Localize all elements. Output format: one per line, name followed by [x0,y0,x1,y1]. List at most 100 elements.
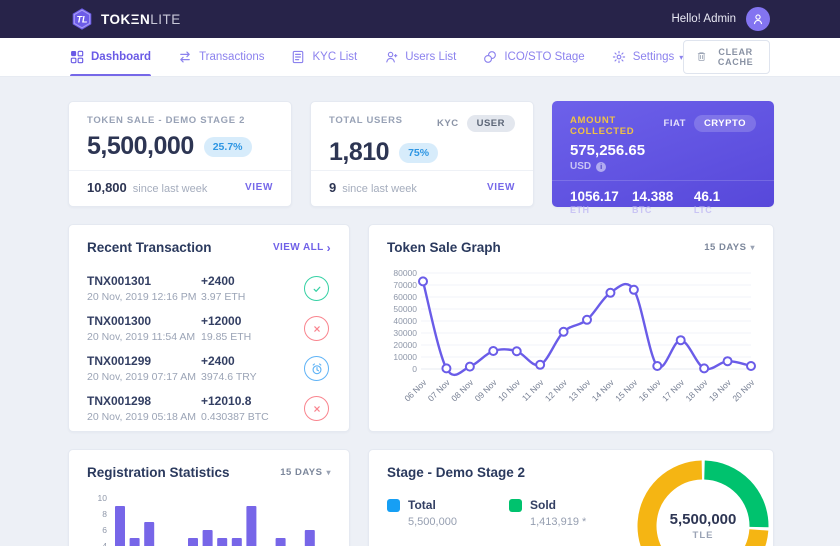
clear-cache-button[interactable]: CLEAR CACHE [683,40,770,74]
registration-bar-chart: 108642 [85,490,331,546]
transaction-row[interactable]: TNX00129820 Nov, 2019 05:18 AM+12010.80.… [69,394,349,423]
legend-label: Total [408,498,436,512]
legend-swatch [509,499,522,512]
svg-text:10 Nov: 10 Nov [496,377,523,404]
total-users-view-link[interactable]: VIEW [487,182,515,193]
transaction-id: TNX001300 [87,314,201,328]
transaction-date: 20 Nov, 2019 05:18 AM [87,411,201,423]
token-sale-card: TOKEN SALE - DEMO STAGE 2 5,500,000 25.7… [68,101,292,207]
total-users-card: TOTAL USERS KYC USER 1,810 75% 9 since l… [310,101,534,207]
transaction-date: 20 Nov, 2019 07:17 AM [87,371,201,383]
transaction-date: 20 Nov, 2019 12:16 PM [87,291,201,303]
token-sale-graph-title: Token Sale Graph [387,240,501,255]
legend-value: 5,500,000 [408,516,509,528]
svg-text:30000: 30000 [393,328,417,338]
fiat-toggle[interactable]: FIAT [664,118,686,129]
transaction-row[interactable]: TNX00130120 Nov, 2019 12:16 PM+24003.97 … [69,274,349,303]
crypto-toggle[interactable]: CRYPTO [694,115,756,132]
stats-range-dropdown[interactable]: 15 DAYS ▾ [280,467,331,478]
ico-stage-icon [483,50,497,64]
transaction-crypto-amount: 3974.6 TRY [201,371,304,383]
chevron-right-icon: › [327,242,331,254]
crypto-amounts: 1056.17ETH14.388BTC46.1LTC [570,181,756,215]
nav-items: Dashboard Transactions KYC List Users List I… [70,38,683,76]
topbar: TL TOKΞNLITE Hello! Admin [0,0,840,38]
dashboard-icon [70,50,84,64]
view-all-link[interactable]: VIEW ALL › [273,242,331,254]
svg-text:4: 4 [102,541,107,546]
transaction-date: 20 Nov, 2019 11:54 AM [87,331,201,343]
legend-item-total: Total 5,500,000 [387,498,509,528]
legend-label: Sold [530,498,556,512]
greeting-text: Hello! Admin [671,13,736,25]
nav-item-dashboard[interactable]: Dashboard [70,38,151,76]
nav-item-transactions[interactable]: Transactions [178,38,264,76]
nav-item-label: Users List [405,51,456,63]
svg-text:06 Nov: 06 Nov [402,377,429,404]
nav-item-users-list[interactable]: Users List [384,38,456,76]
view-all-label: VIEW ALL [273,242,324,253]
status-approved-icon [304,276,329,301]
graph-range-label: 15 DAYS [704,242,746,253]
nav-item-settings[interactable]: Settings▾ [612,38,684,76]
svg-text:8: 8 [102,509,107,519]
svg-text:10: 10 [98,493,108,503]
crypto-value: 14.388 [632,189,694,204]
svg-text:17 Nov: 17 Nov [660,377,687,404]
settings-icon [612,50,626,64]
svg-text:09 Nov: 09 Nov [473,377,500,404]
chevron-down-icon: ▾ [750,243,755,252]
transaction-row[interactable]: TNX001299 20 Nov, 2019 07:17 AM+2400 3974.… [69,354,349,383]
stage-title: Stage - Demo Stage 2 [387,465,525,480]
token-sale-badge: 25.7% [204,137,252,157]
legend-value: 1,413,919 * [530,516,623,528]
amount-collected-value: 575,256.65 [570,142,756,159]
token-sale-delta: 10,800 [87,180,127,195]
brand-name: TOKΞNLITE [101,12,181,27]
main-nav: Dashboard Transactions KYC List Users List I… [0,38,840,77]
transaction-amount: +2400 [201,354,304,368]
total-users-label: TOTAL USERS [329,115,403,126]
transactions-icon [178,50,192,64]
registration-statistics-title: Registration Statistics [87,465,230,480]
crypto-unit: LTC [694,205,756,215]
nav-item-label: KYC List [312,51,357,63]
brand-logo[interactable]: TL TOKΞNLITE [70,7,181,31]
token-sale-view-link[interactable]: VIEW [245,182,273,193]
chevron-down-icon: ▾ [326,468,331,477]
amount-collected-label: AMOUNT COLLECTED [570,115,664,137]
svg-text:10000: 10000 [393,352,417,362]
info-icon[interactable]: i [596,162,606,172]
graph-range-dropdown[interactable]: 15 DAYS ▾ [704,242,755,253]
amount-collected-currency: USD [570,161,591,172]
stats-range-label: 15 DAYS [280,467,322,478]
status-rejected-icon [304,316,329,341]
svg-text:40000: 40000 [393,316,417,326]
crypto-unit: BTC [632,205,694,215]
user-avatar[interactable] [746,7,770,31]
stage-legend: Total5,500,000Sold1,413,919 *Sale %25.7%… [369,488,641,546]
total-users-badge: 75% [399,143,438,163]
brand-name-bold: TOKΞN [101,12,150,27]
stats-row: TOKEN SALE - DEMO STAGE 2 5,500,000 25.7… [68,101,774,207]
transaction-crypto-amount: 0.430387 BTC [201,411,304,423]
transaction-id: TNX001299 [87,354,201,368]
svg-text:0: 0 [412,364,417,374]
legend-item-sold: Sold 1,413,919 * [509,498,623,528]
svg-text:60000: 60000 [393,292,417,302]
users-list-icon [384,50,398,64]
nav-item-ico-sto-stage[interactable]: ICO/STO Stage [483,38,584,76]
crypto-unit: ETH [570,205,632,215]
registration-statistics-panel: Registration Statistics 15 DAYS ▾ 108642 [68,449,350,546]
nav-item-kyc-list[interactable]: KYC List [291,38,357,76]
trash-icon [696,51,707,64]
user-toggle[interactable]: USER [467,115,515,132]
svg-text:16 Nov: 16 Nov [637,377,664,404]
crypto-value: 46.1 [694,189,756,204]
dashboard-content: TOKEN SALE - DEMO STAGE 2 5,500,000 25.7… [0,77,840,546]
token-sale-line-chart: 0100002000030000400005000060000700008000… [385,265,759,423]
stage-donut-chart: 5,500,000 TLE [628,451,778,546]
kyc-toggle[interactable]: KYC [437,118,459,129]
svg-text:80000: 80000 [393,268,417,278]
transaction-row[interactable]: TNX00130020 Nov, 2019 11:54 AM+1200019.8… [69,314,349,343]
